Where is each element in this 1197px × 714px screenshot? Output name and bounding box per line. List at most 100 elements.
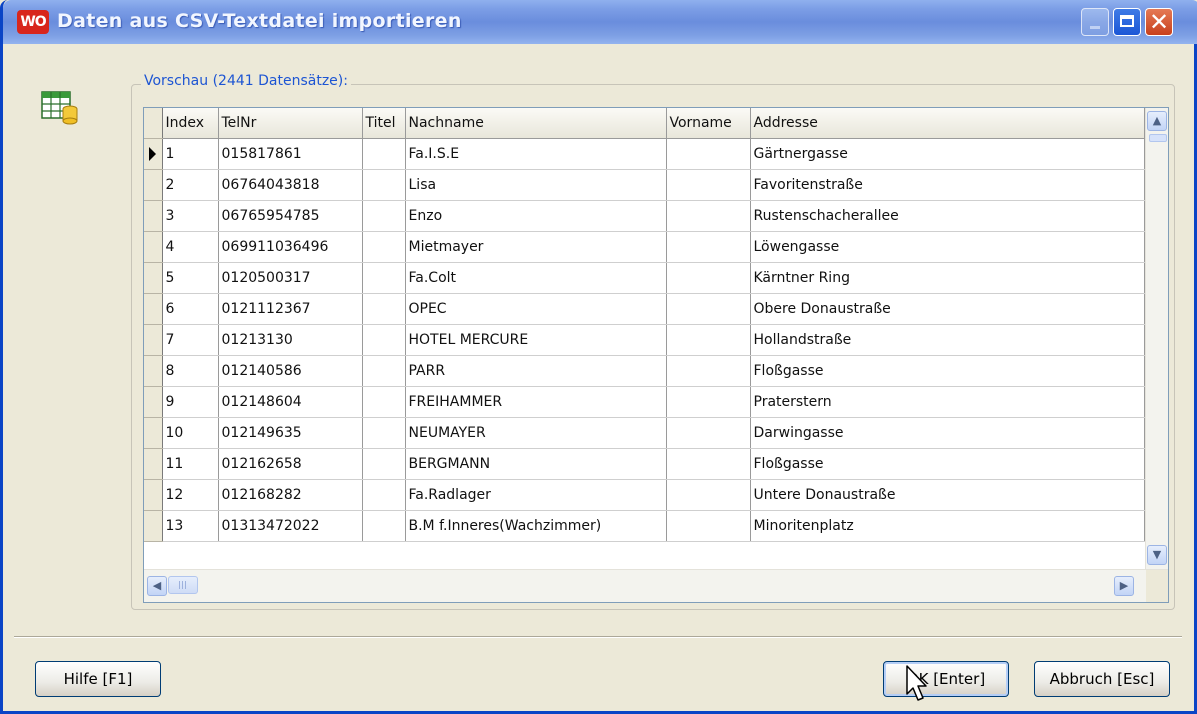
table-row[interactable]: 4 069911036496 Mietmayer Löwengasse [144,231,1145,263]
cell-titel[interactable] [362,138,406,170]
cell-index[interactable]: 4 [162,231,219,263]
cell-vorname[interactable] [666,479,751,511]
cell-index[interactable]: 9 [162,386,219,418]
row-indicator[interactable] [144,231,163,263]
column-header-addresse[interactable]: Addresse [750,108,1145,139]
cell-index[interactable]: 5 [162,262,219,294]
cell-vorname[interactable] [666,448,751,480]
horizontal-scrollbar[interactable]: ◀ ▶ [144,569,1168,602]
help-button[interactable]: Hilfe [F1] [35,661,161,697]
cell-titel[interactable] [362,355,406,387]
cell-titel[interactable] [362,479,406,511]
cell-addresse[interactable]: Rustenschacherallee [750,200,1145,232]
cell-vorname[interactable] [666,510,751,542]
cell-nachname[interactable]: Enzo [405,200,667,232]
cell-vorname[interactable] [666,417,751,449]
cell-vorname[interactable] [666,293,751,325]
cell-nachname[interactable]: Fa.I.S.E [405,138,667,170]
close-button[interactable]: ✕ [1145,8,1173,36]
cell-index[interactable]: 2 [162,169,219,201]
cell-telnr[interactable]: 0121112367 [218,293,363,325]
cell-telnr[interactable]: 069911036496 [218,231,363,263]
cell-titel[interactable] [362,510,406,542]
table-row[interactable]: 2 06764043818 Lisa Favoritenstraße [144,169,1145,201]
cell-titel[interactable] [362,169,406,201]
cell-telnr[interactable]: 06765954785 [218,200,363,232]
row-indicator[interactable] [144,386,163,418]
cell-addresse[interactable]: Hollandstraße [750,324,1145,356]
maximize-button[interactable] [1113,8,1141,36]
column-header-telnr[interactable]: TelNr [218,108,363,139]
column-header-vorname[interactable]: Vorname [666,108,751,139]
cell-telnr[interactable]: 06764043818 [218,169,363,201]
horizontal-scroll-thumb[interactable] [168,576,198,594]
minimize-button[interactable] [1081,8,1109,36]
table-row[interactable]: 12 012168282 Fa.Radlager Untere Donaustraße [144,479,1145,511]
table-row[interactable]: 13 01313472022 B.M f.Inneres(Wachzimmer) Mi… [144,510,1145,542]
row-indicator[interactable] [144,324,163,356]
cell-telnr[interactable]: 012168282 [218,479,363,511]
cell-vorname[interactable] [666,169,751,201]
cell-index[interactable]: 12 [162,479,219,511]
table-row[interactable]: 3 06765954785 Enzo Rustenschacherallee [144,200,1145,232]
cell-telnr[interactable]: 01213130 [218,324,363,356]
column-header-nachname[interactable]: Nachname [405,108,667,139]
cell-addresse[interactable]: Darwingasse [750,417,1145,449]
cell-vorname[interactable] [666,355,751,387]
cell-vorname[interactable] [666,386,751,418]
cell-nachname[interactable]: Fa.Radlager [405,479,667,511]
row-indicator[interactable] [144,200,163,232]
cell-titel[interactable] [362,200,406,232]
row-indicator[interactable] [144,417,163,449]
cell-addresse[interactable]: Kärntner Ring [750,262,1145,294]
cell-titel[interactable] [362,448,406,480]
scroll-left-button[interactable]: ◀ [147,576,167,596]
row-indicator[interactable] [144,262,163,294]
table-row[interactable]: 10 012149635 NEUMAYER Darwingasse [144,417,1145,449]
column-header-titel[interactable]: Titel [362,108,406,139]
cell-addresse[interactable]: Löwengasse [750,231,1145,263]
cell-telnr[interactable]: 012140586 [218,355,363,387]
cell-titel[interactable] [362,231,406,263]
cell-vorname[interactable] [666,231,751,263]
cell-nachname[interactable]: PARR [405,355,667,387]
cell-vorname[interactable] [666,138,751,170]
cell-titel[interactable] [362,262,406,294]
cell-addresse[interactable]: Untere Donaustraße [750,479,1145,511]
cell-nachname[interactable]: FREIHAMMER [405,386,667,418]
table-row[interactable]: 6 0121112367 OPEC Obere Donaustraße [144,293,1145,325]
column-header-index[interactable]: Index [162,108,219,139]
table-row[interactable]: 9 012148604 FREIHAMMER Praterstern [144,386,1145,418]
cell-nachname[interactable]: BERGMANN [405,448,667,480]
cell-telnr[interactable]: 012162658 [218,448,363,480]
cell-nachname[interactable]: HOTEL MERCURE [405,324,667,356]
cell-addresse[interactable]: Floßgasse [750,355,1145,387]
vertical-scroll-thumb[interactable] [1149,134,1167,142]
cell-vorname[interactable] [666,262,751,294]
cell-nachname[interactable]: Mietmayer [405,231,667,263]
scroll-right-button[interactable]: ▶ [1114,576,1134,596]
cell-nachname[interactable]: OPEC [405,293,667,325]
row-indicator[interactable] [144,355,163,387]
cell-index[interactable]: 6 [162,293,219,325]
cell-titel[interactable] [362,324,406,356]
cell-index[interactable]: 7 [162,324,219,356]
cell-titel[interactable] [362,293,406,325]
cell-addresse[interactable]: Gärtnergasse [750,138,1145,170]
table-row[interactable]: 11 012162658 BERGMANN Floßgasse [144,448,1145,480]
cell-telnr[interactable]: 01313472022 [218,510,363,542]
row-indicator[interactable] [144,479,163,511]
cell-nachname[interactable]: B.M f.Inneres(Wachzimmer) [405,510,667,542]
table-row[interactable]: 1 015817861 Fa.I.S.E Gärtnergasse [144,138,1145,170]
cell-telnr[interactable]: 0120500317 [218,262,363,294]
title-bar[interactable]: WO Daten aus CSV-Textdatei importieren ✕ [3,0,1197,44]
cell-addresse[interactable]: Minoritenplatz [750,510,1145,542]
cell-vorname[interactable] [666,324,751,356]
row-indicator[interactable] [144,448,163,480]
row-indicator[interactable] [144,169,163,201]
scroll-down-button[interactable]: ▼ [1147,545,1167,565]
row-indicator[interactable] [144,510,163,542]
cell-telnr[interactable]: 015817861 [218,138,363,170]
cell-index[interactable]: 13 [162,510,219,542]
cell-vorname[interactable] [666,200,751,232]
